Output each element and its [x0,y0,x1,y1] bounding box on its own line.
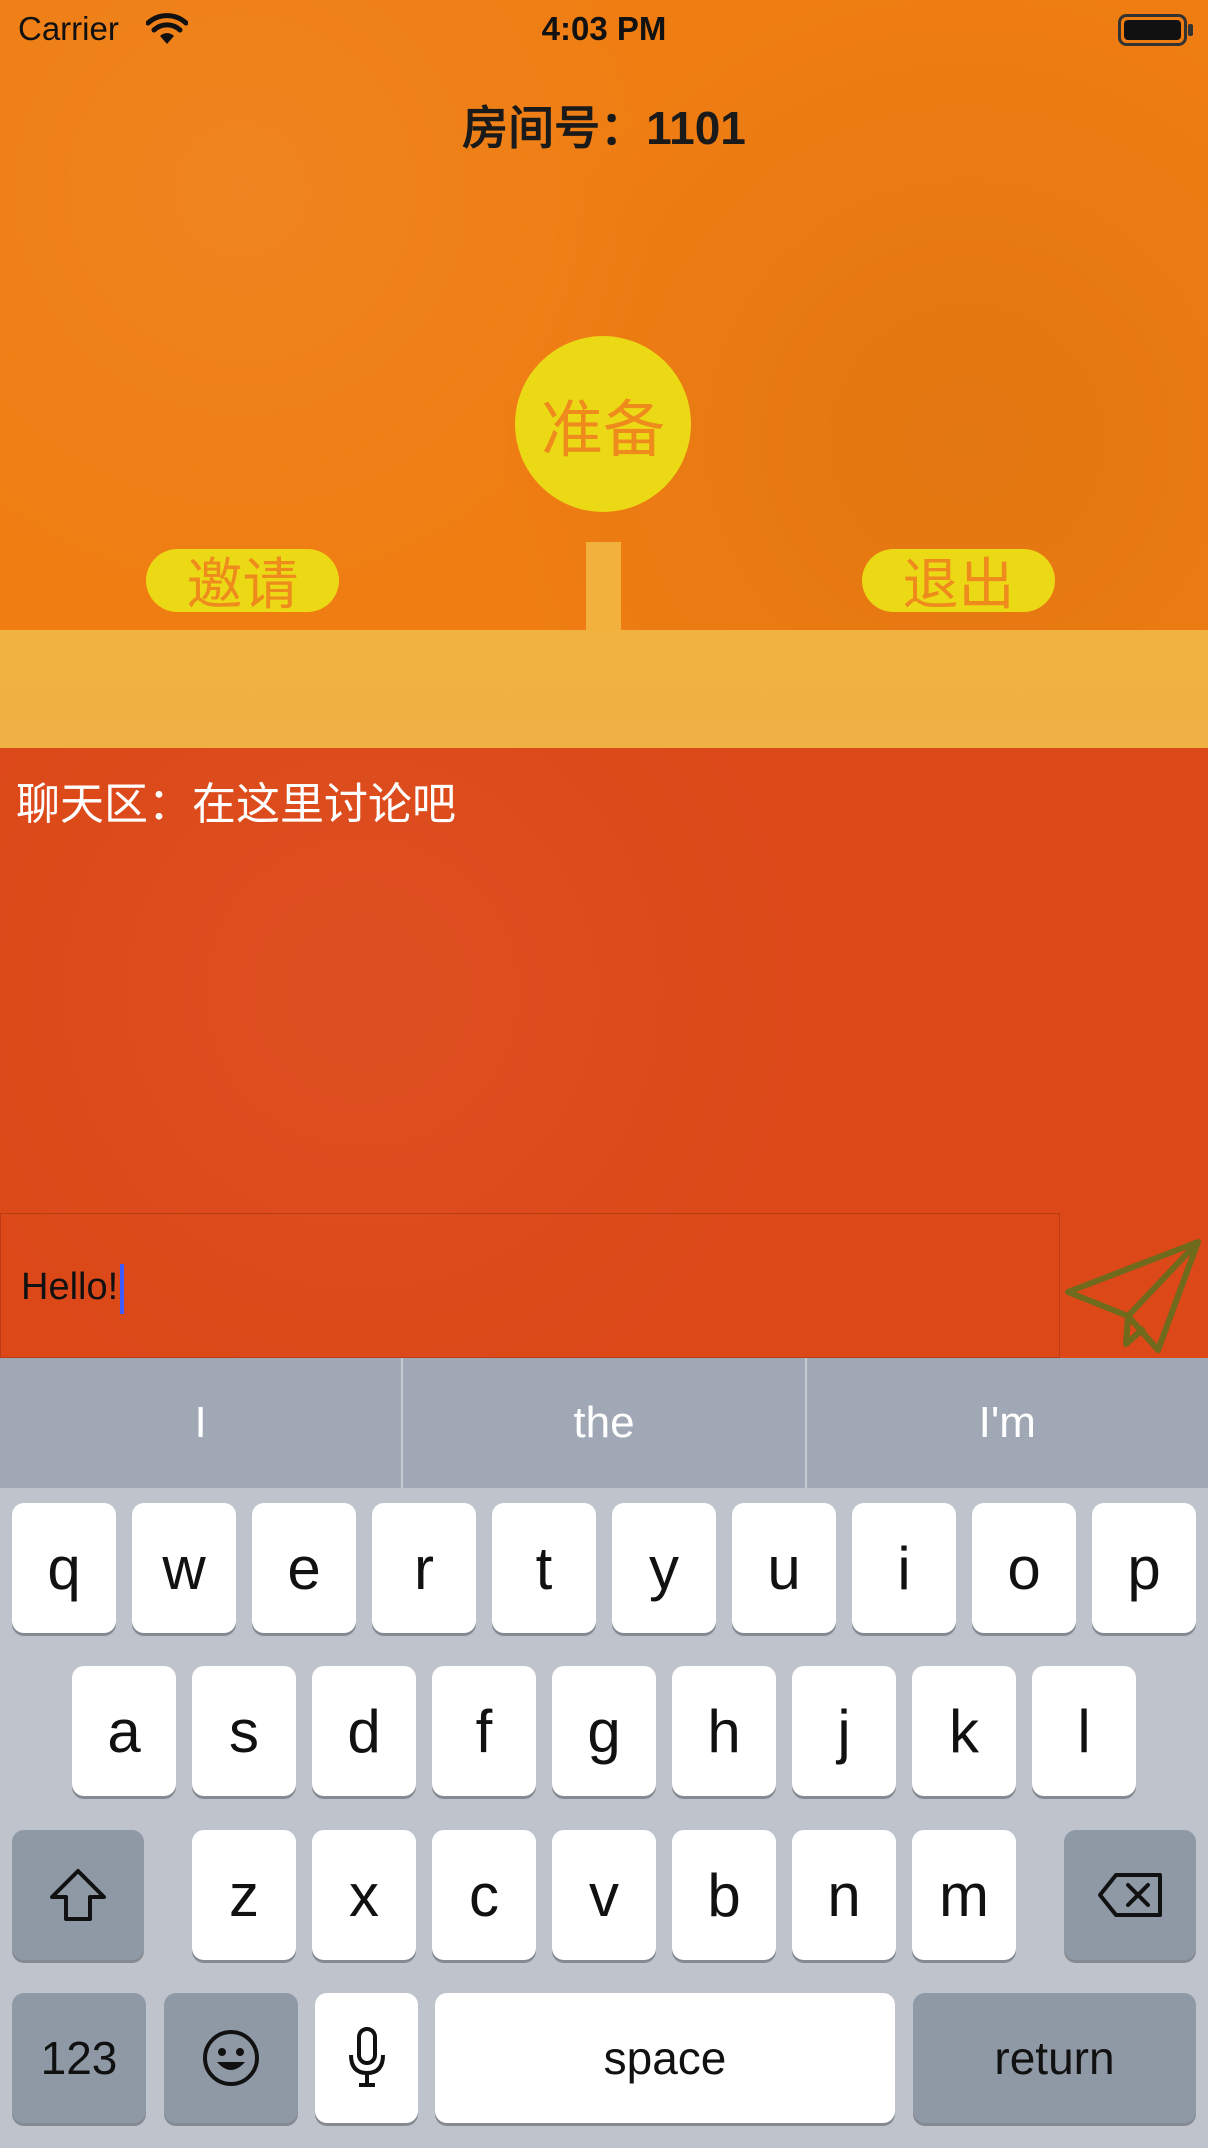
key-v[interactable]: v [552,1830,656,1960]
key-h[interactable]: h [672,1666,776,1796]
exit-button[interactable]: 退出 [862,549,1055,618]
key-j[interactable]: j [792,1666,896,1796]
divider-band [0,630,1208,748]
clock: 4:03 PM [541,10,667,47]
key-z[interactable]: z [192,1830,296,1960]
key-f[interactable]: f [432,1666,536,1796]
key-o[interactable]: o [972,1503,1076,1633]
return-key[interactable]: return [913,1993,1196,2123]
message-input[interactable]: Hello! [0,1213,1060,1358]
suggestion-item[interactable]: I'm [807,1358,1208,1488]
microphone-key[interactable] [315,1993,418,2123]
divider-stem [586,542,621,634]
chat-area: 聊天区：在这里讨论吧 Hello! [0,748,1208,1358]
text-cursor [120,1264,125,1314]
room-header-area: Carrier 4:03 PM 房间号：1101 准备 邀请 退出 [0,0,1208,634]
shift-key[interactable] [12,1830,144,1960]
key-l[interactable]: l [1032,1666,1136,1796]
key-p[interactable]: p [1092,1503,1196,1633]
battery-icon [1118,14,1193,46]
key-i[interactable]: i [852,1503,956,1633]
ready-button[interactable]: 准备 [515,336,691,512]
chat-area-label: 聊天区：在这里讨论吧 [16,779,456,830]
keys-area: q w e r t y u i o p a s d f g h j k l z … [0,1488,1208,2148]
numbers-key[interactable]: 123 [12,1993,146,2123]
delete-key[interactable] [1064,1830,1196,1960]
key-n[interactable]: n [792,1830,896,1960]
key-a[interactable]: a [72,1666,176,1796]
key-q[interactable]: q [12,1503,116,1633]
microphone-icon [348,2027,385,2087]
suggestion-item[interactable]: the [403,1358,807,1488]
suggestion-bar: I the I'm [0,1358,1208,1488]
key-e[interactable]: e [252,1503,356,1633]
status-bar: Carrier 4:03 PM [0,0,1208,60]
key-g[interactable]: g [552,1666,656,1796]
key-t[interactable]: t [492,1503,596,1633]
key-m[interactable]: m [912,1830,1016,1960]
emoji-key[interactable] [164,1993,298,2123]
key-d[interactable]: d [312,1666,416,1796]
space-key[interactable]: space [435,1993,895,2123]
message-input-value: Hello! [21,1264,125,1314]
invite-button[interactable]: 邀请 [146,549,339,618]
key-k[interactable]: k [912,1666,1016,1796]
key-x[interactable]: x [312,1830,416,1960]
key-y[interactable]: y [612,1503,716,1633]
key-b[interactable]: b [672,1830,776,1960]
keyboard: I the I'm q w e r t y u i o p a s d f g … [0,1358,1208,2148]
paper-plane-icon[interactable] [1064,1228,1204,1358]
room-number-title: 房间号：1101 [462,102,746,154]
emoji-icon [203,2030,259,2086]
backspace-icon [1098,1873,1162,1917]
key-s[interactable]: s [192,1666,296,1796]
key-c[interactable]: c [432,1830,536,1960]
shift-icon [50,1869,106,1921]
suggestion-item[interactable]: I [0,1358,404,1488]
key-r[interactable]: r [372,1503,476,1633]
key-w[interactable]: w [132,1503,236,1633]
key-u[interactable]: u [732,1503,836,1633]
